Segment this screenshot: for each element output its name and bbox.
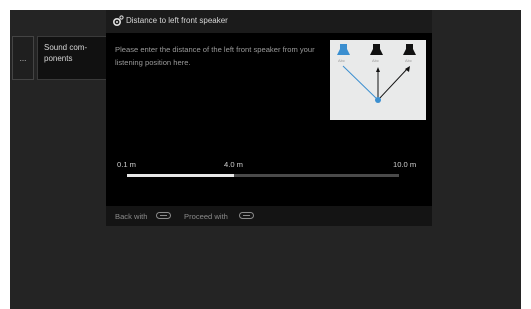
menu-collapsed-label: ... (19, 53, 27, 63)
dialog-footer: Back with Proceed with (106, 206, 432, 226)
distance-slider-fill (127, 174, 235, 177)
back-hint-label: Back with (115, 212, 148, 221)
distance-line-right (377, 67, 409, 101)
slider-tick-max: 10.0 m (393, 160, 417, 169)
menu-collapsed-item[interactable]: ... (12, 36, 34, 80)
listener-dot-icon (375, 97, 381, 103)
menu-item-label-line2: ponents (44, 54, 73, 63)
slider-tick-current: 4.0 m (224, 160, 243, 169)
speaker-icon (370, 44, 383, 55)
distance-slider[interactable] (127, 174, 399, 177)
menu-item-sound-components[interactable]: Sound com- ponents (37, 36, 107, 80)
distance-line-left (342, 65, 379, 101)
gear-icon (112, 15, 124, 27)
instruction-text: Please enter the distance of the left fr… (115, 45, 315, 67)
speaker-icon (337, 44, 350, 55)
speaker-label-right: Abc (405, 58, 412, 63)
back-key-icon[interactable] (156, 212, 171, 219)
dialog-header: Distance to left front speaker (106, 10, 432, 33)
speaker-icon (403, 44, 416, 55)
menu-item-label-line1: Sound com- (44, 43, 88, 52)
speaker-label-left: Abc (338, 58, 345, 63)
distance-dialog: Distance to left front speaker Please en… (106, 10, 432, 226)
dialog-title: Distance to left front speaker (126, 16, 228, 25)
slider-tick-min: 0.1 m (117, 160, 136, 169)
speaker-label-center: Abc (372, 58, 379, 63)
speaker-diagram-graphic: Abc Abc Abc (337, 44, 416, 103)
proceed-hint-label: Proceed with (184, 212, 228, 221)
proceed-key-icon[interactable] (239, 212, 254, 219)
tv-screen: ... Sound com- ponents Distance to left … (10, 10, 521, 309)
speaker-diagram: Abc Abc Abc (330, 40, 426, 120)
